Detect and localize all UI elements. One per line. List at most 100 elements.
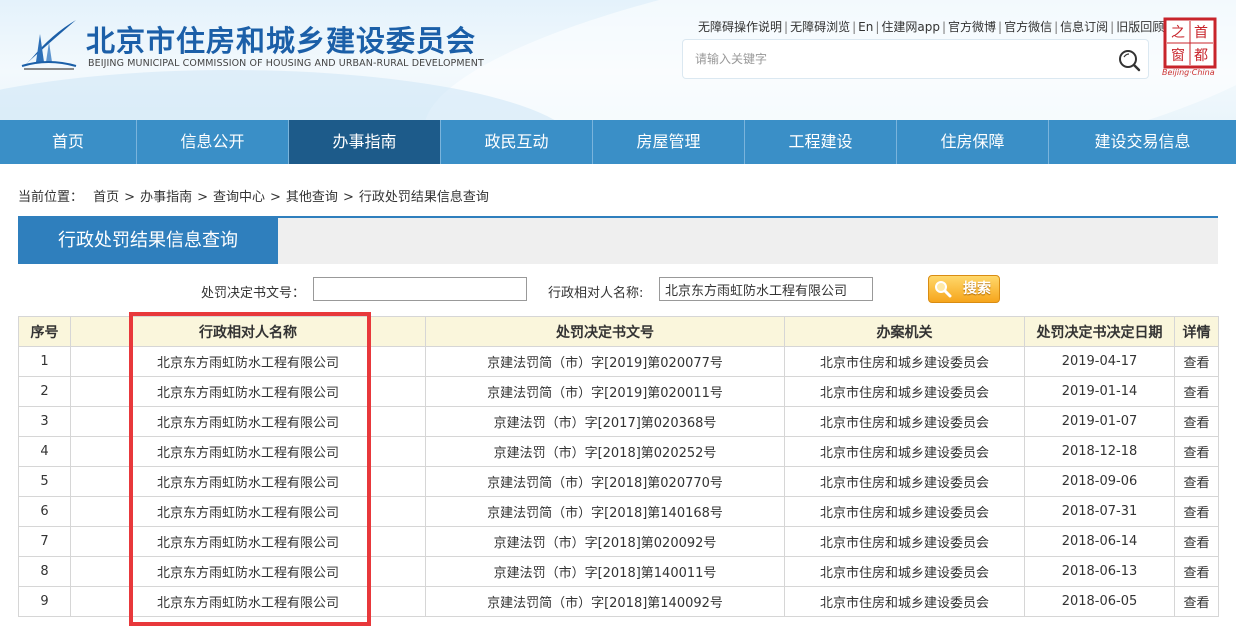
site-search-input[interactable] bbox=[695, 49, 1095, 69]
site-title[interactable]: 北京市住房和城乡建设委员会 bbox=[86, 18, 476, 60]
cell-authority: 北京市住房和城乡建设委员会 bbox=[784, 346, 1025, 377]
table-row: 7 北京东方雨虹防水工程有限公司 京建法罚（市）字[2018]第020092号 北京市… bbox=[18, 526, 1219, 557]
nav-item-construction[interactable]: 工程建设 bbox=[745, 120, 897, 164]
commission-emblem-icon[interactable] bbox=[18, 14, 80, 72]
section-title: 行政处罚结果信息查询 bbox=[18, 218, 278, 264]
cell-index: 8 bbox=[18, 556, 71, 587]
nav-item-housing-security[interactable]: 住房保障 bbox=[897, 120, 1049, 164]
view-details-link[interactable]: 查看 bbox=[1174, 346, 1219, 377]
separator: | bbox=[784, 20, 789, 34]
column-header-details: 详情 bbox=[1174, 316, 1219, 347]
table-row: 3 北京东方雨虹防水工程有限公司 京建法罚（市）字[2017]第020368号 北京市… bbox=[18, 406, 1219, 437]
cell-decision-date: 2018-09-06 bbox=[1024, 466, 1175, 497]
view-details-link[interactable]: 查看 bbox=[1174, 376, 1219, 407]
cell-authority: 北京市住房和城乡建设委员会 bbox=[784, 556, 1025, 587]
cell-authority: 北京市住房和城乡建设委员会 bbox=[784, 406, 1025, 437]
link-english[interactable]: En bbox=[858, 20, 873, 34]
cell-decision-date: 2018-07-31 bbox=[1024, 496, 1175, 527]
column-header-doc-number: 处罚决定书文号 bbox=[425, 316, 785, 347]
breadcrumb-item-service-guide[interactable]: 办事指南 bbox=[140, 186, 192, 205]
search-button[interactable]: 搜索 bbox=[928, 275, 1000, 303]
cell-party-name: 北京东方雨虹防水工程有限公司 bbox=[70, 586, 426, 617]
cell-index: 2 bbox=[18, 376, 71, 407]
view-details-link[interactable]: 查看 bbox=[1174, 436, 1219, 467]
table-row: 1 北京东方雨虹防水工程有限公司 京建法罚简（市）字[2019]第020077号 北京… bbox=[18, 346, 1219, 377]
table-row: 5 北京东方雨虹防水工程有限公司 京建法罚简（市）字[2018]第020770号 北京… bbox=[18, 466, 1219, 497]
table-header-row: 序号 行政相对人名称 处罚决定书文号 办案机关 处罚决定书决定日期 详情 bbox=[18, 316, 1219, 347]
breadcrumb-item-current[interactable]: 行政处罚结果信息查询 bbox=[359, 186, 489, 205]
cell-party-name: 北京东方雨虹防水工程有限公司 bbox=[70, 526, 426, 557]
separator: | bbox=[875, 20, 880, 34]
table-row: 4 北京东方雨虹防水工程有限公司 京建法罚（市）字[2018]第020252号 北京市… bbox=[18, 436, 1219, 467]
nav-item-home[interactable]: 首页 bbox=[0, 120, 137, 164]
link-app[interactable]: 住建网app bbox=[881, 18, 940, 35]
query-form: 处罚决定书文号： 行政相对人名称: 搜索 bbox=[18, 272, 1218, 312]
nav-item-interaction[interactable]: 政民互动 bbox=[441, 120, 593, 164]
seal-char: 之 bbox=[1171, 25, 1185, 41]
cell-authority: 北京市住房和城乡建设委员会 bbox=[784, 586, 1025, 617]
magnifier-icon bbox=[935, 281, 952, 298]
link-wechat[interactable]: 官方微信 bbox=[1004, 18, 1052, 35]
party-name-input[interactable] bbox=[659, 277, 873, 301]
nav-item-housing-management[interactable]: 房屋管理 bbox=[593, 120, 745, 164]
cell-doc-number: 京建法罚简（市）字[2018]第020770号 bbox=[425, 466, 785, 497]
cell-authority: 北京市住房和城乡建设委员会 bbox=[784, 376, 1025, 407]
cell-doc-number: 京建法罚（市）字[2018]第140011号 bbox=[425, 556, 785, 587]
cell-authority: 北京市住房和城乡建设委员会 bbox=[784, 466, 1025, 497]
cell-doc-number: 京建法罚简（市）字[2019]第020011号 bbox=[425, 376, 785, 407]
cell-party-name: 北京东方雨虹防水工程有限公司 bbox=[70, 496, 426, 527]
separator: | bbox=[998, 20, 1003, 34]
doc-number-input[interactable] bbox=[313, 277, 527, 301]
view-details-link[interactable]: 查看 bbox=[1174, 526, 1219, 557]
breadcrumb-separator: > bbox=[270, 190, 281, 205]
column-header-authority: 办案机关 bbox=[784, 316, 1025, 347]
cell-party-name: 北京东方雨虹防水工程有限公司 bbox=[70, 436, 426, 467]
breadcrumb-separator: > bbox=[342, 190, 354, 205]
cell-party-name: 北京东方雨虹防水工程有限公司 bbox=[70, 406, 426, 437]
cell-index: 4 bbox=[18, 436, 71, 467]
seal-char: 都 bbox=[1194, 48, 1208, 64]
breadcrumb-item-other-query[interactable]: 其他查询 bbox=[286, 186, 338, 205]
breadcrumb-item-query-center[interactable]: 查询中心 bbox=[213, 186, 265, 205]
link-subscribe[interactable]: 信息订阅 bbox=[1060, 18, 1108, 35]
cell-decision-date: 2018-12-18 bbox=[1024, 436, 1175, 467]
view-details-link[interactable]: 查看 bbox=[1174, 556, 1219, 587]
cell-doc-number: 京建法罚简（市）字[2019]第020077号 bbox=[425, 346, 785, 377]
nav-item-info-disclosure[interactable]: 信息公开 bbox=[137, 120, 289, 164]
cell-doc-number: 京建法罚简（市）字[2018]第140092号 bbox=[425, 586, 785, 617]
view-details-link[interactable]: 查看 bbox=[1174, 496, 1219, 527]
link-old-version[interactable]: 旧版回顾 bbox=[1116, 18, 1164, 35]
cell-index: 1 bbox=[18, 346, 71, 377]
separator: | bbox=[852, 20, 857, 34]
nav-item-service-guide[interactable]: 办事指南 bbox=[289, 120, 441, 164]
doc-number-label: 处罚决定书文号： bbox=[201, 286, 306, 301]
view-details-link[interactable]: 查看 bbox=[1174, 586, 1219, 617]
table-row: 9 北京东方雨虹防水工程有限公司 京建法罚简（市）字[2018]第140092号 北京… bbox=[18, 586, 1219, 617]
search-icon[interactable] bbox=[1117, 48, 1141, 72]
separator: | bbox=[1054, 20, 1059, 34]
column-header-index: 序号 bbox=[18, 316, 71, 347]
view-details-link[interactable]: 查看 bbox=[1174, 466, 1219, 497]
table-row: 2 北京东方雨虹防水工程有限公司 京建法罚简（市）字[2019]第020011号 北京… bbox=[18, 376, 1219, 407]
cell-party-name: 北京东方雨虹防水工程有限公司 bbox=[70, 556, 426, 587]
breadcrumb-separator: > bbox=[197, 190, 208, 205]
nav-item-trading-info[interactable]: 建设交易信息 bbox=[1049, 120, 1236, 164]
cell-doc-number: 京建法罚（市）字[2018]第020252号 bbox=[425, 436, 785, 467]
breadcrumb-item-home[interactable]: 首页 bbox=[93, 186, 119, 205]
cell-authority: 北京市住房和城乡建设委员会 bbox=[784, 496, 1025, 527]
link-accessible-browsing[interactable]: 无障碍浏览 bbox=[790, 18, 850, 35]
cell-party-name: 北京东方雨虹防水工程有限公司 bbox=[70, 376, 426, 407]
search-button-label: 搜索 bbox=[963, 281, 991, 297]
cell-authority: 北京市住房和城乡建设委员会 bbox=[784, 526, 1025, 557]
link-weibo[interactable]: 官方微博 bbox=[948, 18, 996, 35]
link-accessibility-guide[interactable]: 无障碍操作说明 bbox=[698, 18, 782, 35]
table-row: 6 北京东方雨虹防水工程有限公司 京建法罚简（市）字[2018]第140168号 北京… bbox=[18, 496, 1219, 527]
cell-index: 6 bbox=[18, 496, 71, 527]
site-search-box bbox=[683, 40, 1148, 78]
cell-decision-date: 2019-01-07 bbox=[1024, 406, 1175, 437]
view-details-link[interactable]: 查看 bbox=[1174, 406, 1219, 437]
party-name-label: 行政相对人名称: bbox=[548, 286, 644, 301]
cell-index: 7 bbox=[18, 526, 71, 557]
table-row: 8 北京东方雨虹防水工程有限公司 京建法罚（市）字[2018]第140011号 北京市… bbox=[18, 556, 1219, 587]
cell-decision-date: 2018-06-14 bbox=[1024, 526, 1175, 557]
